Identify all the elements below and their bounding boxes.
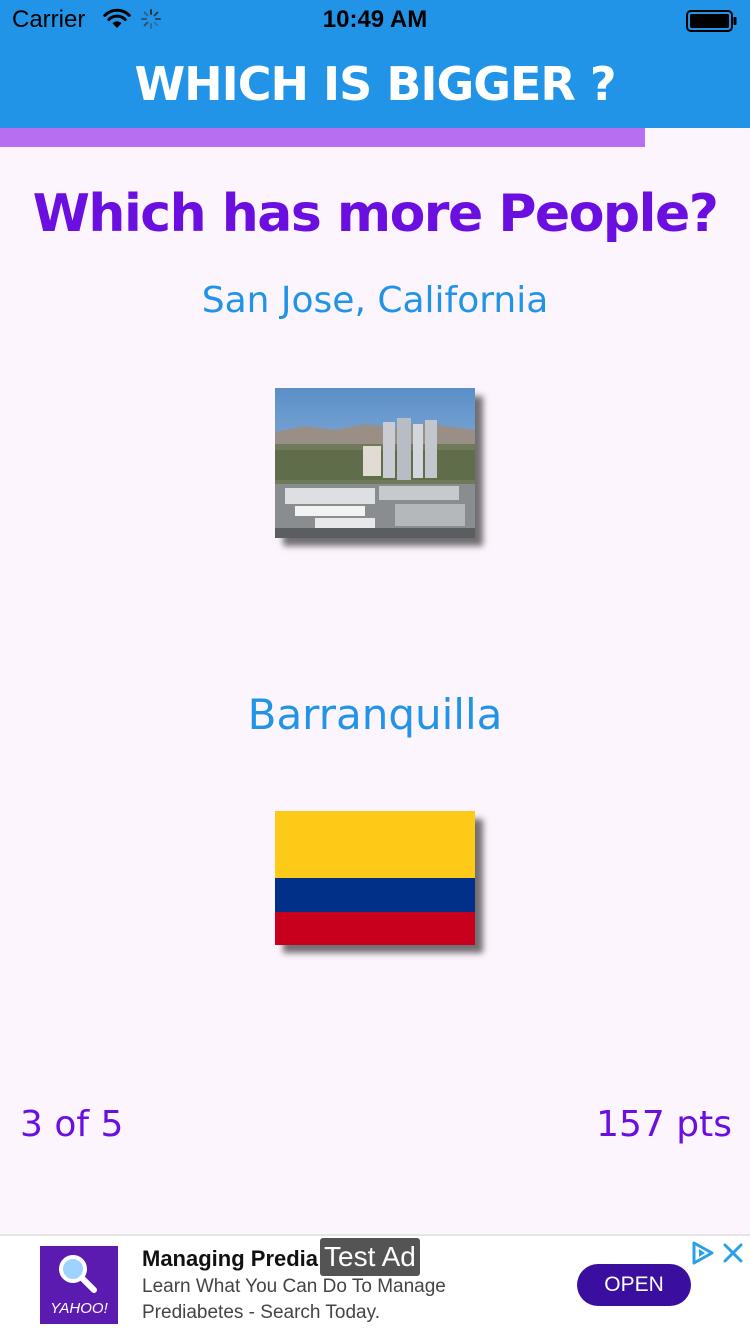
ad-headline[interactable]: Managing Predia — [142, 1244, 318, 1274]
flag-stripe-yellow — [275, 811, 475, 878]
status-time: 10:49 AM — [322, 6, 428, 33]
round-progress-bar — [0, 128, 750, 147]
test-ad-label: Test Ad — [320, 1238, 420, 1276]
advertiser-logo[interactable]: YAHOO! — [40, 1246, 118, 1324]
advertiser-logo-text: YAHOO! — [50, 1300, 108, 1317]
ad-body-text[interactable]: Learn What You Can Do To Manage Prediabe… — [142, 1274, 502, 1326]
flag-stripe-red — [275, 912, 475, 945]
app-header: Carrier 10:49 AM WHICH IS BIGGER ? — [0, 0, 750, 128]
option-a-image-button[interactable] — [275, 388, 475, 538]
question-text: Which has more People? — [32, 184, 719, 244]
close-icon[interactable] — [722, 1242, 744, 1264]
app-title: WHICH IS BIGGER ? — [134, 57, 616, 111]
ad-open-button[interactable]: OPEN — [577, 1264, 691, 1306]
status-bar: Carrier 10:49 AM — [0, 0, 750, 40]
battery-icon — [686, 10, 738, 32]
ad-banner[interactable]: YAHOO! Managing Predia Learn What You Ca… — [0, 1234, 750, 1334]
question-progress-label: 3 of 5 — [20, 1104, 124, 1145]
adchoices-icon[interactable] — [690, 1240, 716, 1266]
flag-stripe-blue — [275, 878, 475, 912]
score-label: 157 pts — [596, 1104, 732, 1145]
option-a-title: San Jose, California — [201, 280, 549, 321]
colombia-flag — [275, 811, 475, 945]
option-b-title: Barranquilla — [247, 690, 503, 739]
option-b-image-button[interactable] — [275, 811, 475, 945]
city-skyline-photo — [275, 388, 475, 538]
round-progress-fill — [0, 128, 645, 147]
search-icon — [56, 1252, 100, 1296]
